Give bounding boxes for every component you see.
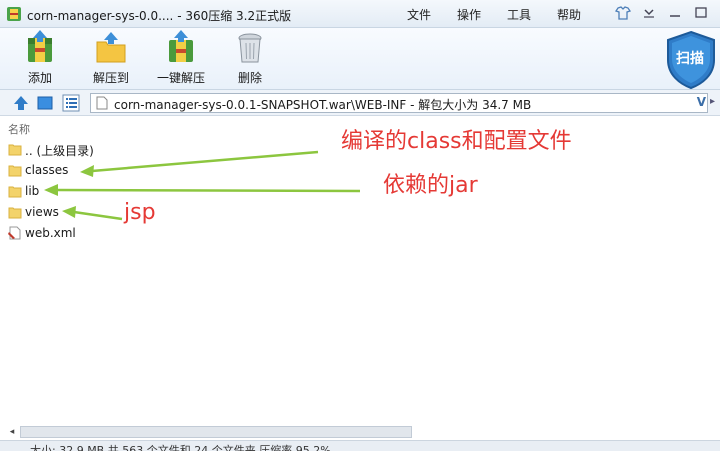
scan-button[interactable]: 扫描 — [664, 30, 718, 90]
annotation-lib: 依赖的jar — [383, 173, 478, 198]
annotation-views: jsp — [124, 200, 156, 225]
up-arrow-icon[interactable] — [12, 94, 30, 112]
trash-icon — [238, 33, 262, 63]
add-button[interactable]: 添加 — [10, 30, 70, 86]
folder-icon — [8, 165, 22, 177]
oneclick-extract-label: 一键解压 — [156, 71, 205, 85]
oneclick-extract-button[interactable]: 一键解压 — [151, 30, 211, 86]
annotation-classes: 编译的class和配置文件 — [341, 129, 572, 154]
menu-file[interactable]: 文件 — [407, 6, 431, 23]
address-dropdown-icon[interactable]: V — [697, 95, 706, 109]
horizontal-scrollbar[interactable]: ◂ — [6, 426, 720, 438]
menu-help[interactable]: 帮助 — [557, 6, 581, 23]
column-header-name[interactable]: 名称 — [8, 121, 30, 137]
delete-label: 删除 — [237, 71, 262, 85]
scrollbar-thumb[interactable] — [20, 426, 412, 438]
skin-shirt-icon[interactable] — [612, 4, 634, 22]
title-bar: corn-manager-sys-0.0.... - 360压缩 3.2正式版 … — [0, 0, 720, 28]
add-archive-icon — [28, 30, 52, 62]
folder-icon — [8, 207, 22, 219]
arrowhead-lib — [44, 184, 58, 196]
add-label: 添加 — [27, 71, 52, 85]
minimize-icon[interactable] — [664, 4, 686, 22]
list-item-label: web.xml — [25, 226, 76, 240]
address-field[interactable]: corn-manager-sys-0.0.1-SNAPSHOT.war\WEB-… — [90, 93, 708, 113]
folder-icon — [8, 144, 22, 156]
list-item-label: views — [25, 205, 59, 219]
arrowhead-classes — [80, 165, 94, 177]
maximize-icon[interactable] — [690, 4, 712, 22]
list-item-label: classes — [25, 163, 69, 177]
window-title: corn-manager-sys-0.0.... - 360压缩 3.2正式版 — [27, 9, 292, 23]
menu-dropdown-icon[interactable] — [638, 4, 660, 22]
list-item-label: .. (上级目录) — [25, 144, 94, 158]
toolbar: 添加 解压到 一键解压 删除 扫描 — [0, 28, 720, 90]
arrow-views — [73, 210, 123, 221]
scroll-arrow-icon[interactable]: ▸ — [710, 96, 715, 107]
arrowhead-views — [62, 206, 76, 218]
menu-tools[interactable]: 工具 — [507, 6, 531, 23]
status-bar: 大小: 32.9 MB 共 563 个文件和 24 个文件夹 压缩率 95.2% — [0, 440, 720, 451]
address-bar: corn-manager-sys-0.0.1-SNAPSHOT.war\WEB-… — [0, 90, 720, 116]
delete-button[interactable]: 删除 — [220, 30, 280, 86]
oneclick-extract-icon — [169, 30, 193, 62]
arrow-classes — [91, 150, 319, 173]
xml-file-icon — [8, 226, 21, 240]
details-view-icon[interactable] — [62, 94, 80, 112]
extract-to-label: 解压到 — [92, 71, 129, 85]
status-text: 大小: 32.9 MB 共 563 个文件和 24 个文件夹 压缩率 95.2% — [30, 444, 331, 451]
address-path: corn-manager-sys-0.0.1-SNAPSHOT.war\WEB-… — [114, 98, 532, 112]
list-item-label: lib — [25, 184, 40, 198]
arrow-lib — [55, 188, 361, 193]
scan-label: 扫描 — [676, 51, 704, 67]
document-icon — [96, 96, 108, 110]
extract-to-button[interactable]: 解压到 — [81, 30, 141, 86]
folder-icon — [8, 186, 22, 198]
menu-operate[interactable]: 操作 — [457, 6, 481, 23]
scroll-left-icon[interactable]: ◂ — [6, 426, 18, 438]
extract-folder-icon — [96, 32, 126, 63]
large-icons-view-icon[interactable] — [36, 94, 54, 112]
app-logo-icon — [7, 7, 21, 21]
